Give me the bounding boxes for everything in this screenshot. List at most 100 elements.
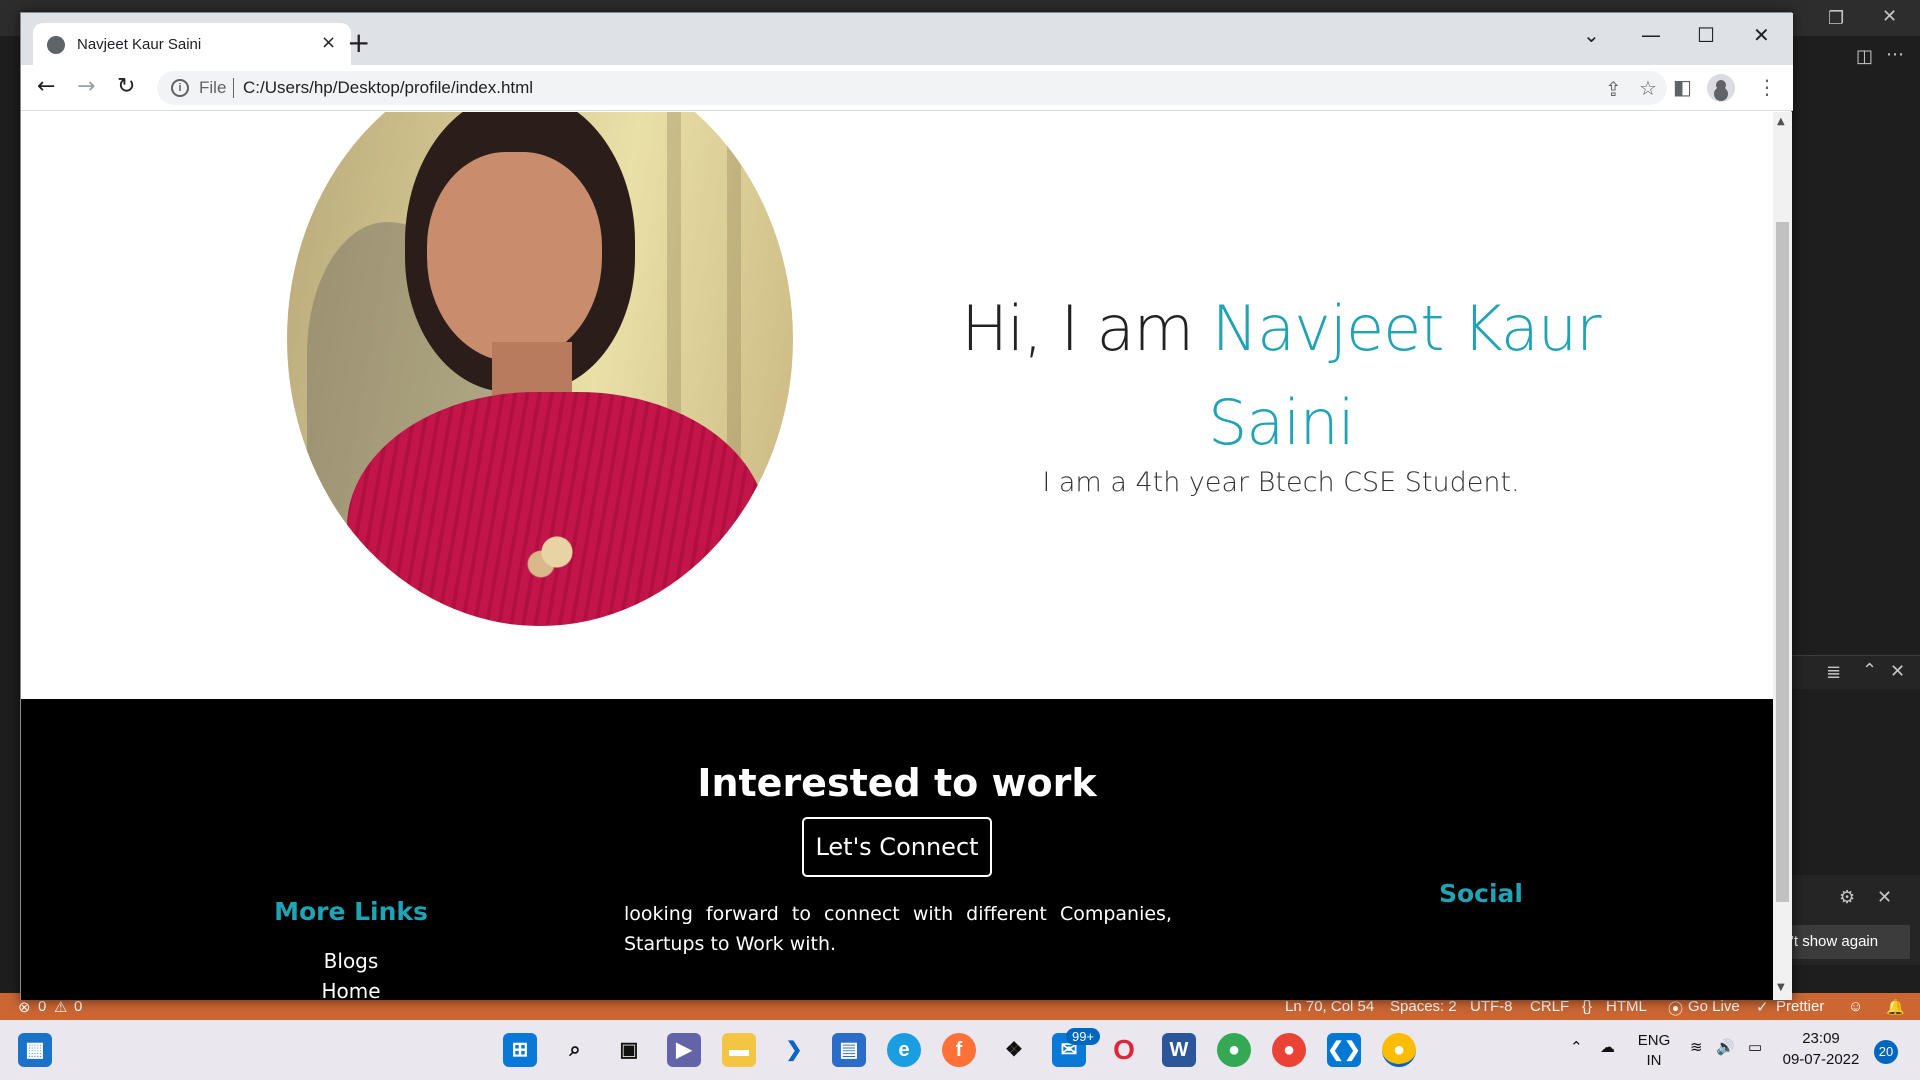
vscode-icon[interactable]: ❮❯ [1327,1033,1361,1067]
clock-time[interactable]: 23:09 [1776,1030,1866,1047]
error-count[interactable]: 0 [38,998,46,1015]
prettier-button[interactable]: Prettier [1776,998,1824,1015]
language-mode[interactable]: HTML [1606,998,1647,1015]
volume-icon[interactable]: 🔊 [1716,1038,1735,1056]
start-icon[interactable]: ⊞ [503,1033,537,1067]
scroll-thumb[interactable] [1776,222,1789,902]
scroll-down-icon[interactable]: ▼ [1777,982,1785,993]
split-editor-icon[interactable]: ◫ [1856,46,1873,67]
onedrive-icon[interactable]: ☁ [1600,1038,1615,1056]
search-icon[interactable]: ⌕ [558,1033,592,1067]
tray-chevron-icon[interactable]: ⌃ [1570,1038,1583,1056]
close-panel-icon[interactable]: ✕ [1890,661,1905,682]
maximize-icon[interactable]: ☐ [1697,23,1715,47]
share-icon[interactable]: ⇪ [1605,77,1622,101]
scroll-up-icon[interactable]: ▲ [1777,116,1785,127]
bell-icon[interactable]: 🔔 [1886,998,1905,1016]
taskbar: ▦ ⊞ ⌕ ▣ ▶ ▬ ❯ ▤ e f ❖ ✉ 99+ O W ● ● ❮❯ ●… [0,1020,1920,1080]
side-panel-icon[interactable]: ◧ [1673,75,1692,99]
dont-show-again-button[interactable]: 't show again [1785,925,1910,959]
dropbox-icon[interactable]: ❖ [997,1033,1031,1067]
window-close-icon[interactable]: ✕ [1753,23,1770,47]
braces-icon: {} [1582,998,1593,1015]
error-icon[interactable]: ⊗ [18,998,31,1016]
gear-icon[interactable]: ⚙ [1839,887,1855,908]
profile-avatar-icon[interactable] [1707,74,1735,102]
vscode-minimap: ◫ ⋯ [1790,36,1920,646]
tab-title: Navjeet Kaur Saini [77,36,202,53]
indentation[interactable]: Spaces: 2 [1390,998,1457,1015]
chrome-profile-icon[interactable]: ● [1272,1033,1306,1067]
line-ending[interactable]: CRLF [1530,998,1569,1015]
task-view-icon[interactable]: ▣ [612,1033,646,1067]
more-actions-icon[interactable]: ⋯ [1886,44,1904,65]
hero-greeting: Hi, I am Navjeet Kaur Saini [921,282,1641,470]
tab-close-icon[interactable]: × [321,32,336,53]
link-home[interactable]: Home [201,979,501,1000]
reload-icon[interactable]: ↻ [117,74,135,99]
social-heading: Social [1438,879,1523,908]
chrome-window: Navjeet Kaur Saini × + ⌄ — ☐ ✕ ← → ↻ i F… [20,12,1793,1000]
page-viewport: Hi, I am Navjeet Kaur Saini I am a 4th y… [21,112,1773,1000]
wrap-icon[interactable]: ≣ [1826,662,1841,683]
scheme-label: File [199,78,227,97]
new-tab-button[interactable]: + [347,29,370,57]
minimize-icon[interactable]: — [1641,23,1661,47]
omnibox-divider [233,78,234,98]
greeting-prefix: Hi, I am [961,292,1212,365]
notification-close-icon[interactable]: ✕ [1877,887,1892,908]
vscode-panel-bar: ≣ ⌃ ✕ [1790,655,1920,689]
notification-count[interactable]: 20 [1874,1040,1898,1064]
cursor-position[interactable]: Ln 70, Col 54 [1285,998,1374,1015]
store-icon[interactable]: ▤ [832,1033,866,1067]
tab-active[interactable]: Navjeet Kaur Saini × [33,23,351,67]
restore-icon[interactable]: ❐ [1828,8,1844,29]
back-icon[interactable]: ← [37,74,55,99]
warning-icon[interactable]: ⚠ [54,998,67,1016]
chrome-active-icon[interactable]: ● [1382,1033,1416,1067]
more-links-heading: More Links [274,897,428,926]
warning-count[interactable]: 0 [74,998,82,1015]
feedback-icon[interactable]: ☺ [1848,998,1863,1015]
word-icon[interactable]: W [1162,1033,1196,1067]
globe-icon [47,36,65,54]
forward-icon[interactable]: → [77,74,95,99]
broadcast-icon: ⦿ [1668,1001,1684,1018]
language-label[interactable]: ENG [1636,1032,1672,1049]
desktop: ❐ ✕ ◫ ⋯ ≣ ⌃ ✕ ⚙ ✕ 't show again ⊗ 0 ⚠ 0 … [0,0,1920,1080]
menu-kebab-icon[interactable]: ⋮ [1757,75,1777,99]
close-icon[interactable]: ✕ [1882,6,1897,27]
lets-connect-button[interactable]: Let's Connect [802,817,992,877]
footer-title: Interested to work [697,761,1097,805]
tab-strip: Navjeet Kaur Saini × + ⌄ — ☐ ✕ [21,13,1793,67]
teams-chat-icon[interactable]: ▶ [667,1033,701,1067]
firefox-icon[interactable]: f [942,1033,976,1067]
footer-description: looking forward to connect with differen… [624,903,1172,955]
go-live-button[interactable]: Go Live [1688,998,1740,1015]
browser-toolbar: ← → ↻ i File C:/Users/hp/Desktop/profile… [21,65,1793,111]
page-scrollbar[interactable]: ▲ ▼ [1773,112,1792,1000]
region-label[interactable]: IN [1636,1052,1672,1069]
encoding[interactable]: UTF-8 [1470,998,1513,1015]
footer-section: Interested to work Let's Connect More Li… [21,699,1773,1000]
hero-name: Navjeet Kaur Saini [1207,292,1602,459]
info-icon[interactable]: i [171,79,189,97]
chevron-up-icon[interactable]: ⌃ [1862,660,1877,681]
opera-icon[interactable]: O [1107,1033,1141,1067]
chrome-icon[interactable]: ● [1217,1033,1251,1067]
link-blogs[interactable]: Blogs [201,949,501,973]
file-explorer-icon[interactable]: ▬ [722,1033,756,1067]
edge-icon[interactable]: e [887,1033,921,1067]
clock-date[interactable]: 09-07-2022 [1776,1051,1866,1068]
mail-badge: 99+ [1066,1028,1101,1045]
battery-icon[interactable]: ▭ [1748,1038,1762,1056]
widgets-icon[interactable]: ▦ [18,1033,52,1067]
bookmark-star-icon[interactable]: ☆ [1639,76,1657,100]
url-text[interactable]: C:/Users/hp/Desktop/profile/index.html [243,78,533,98]
power-automate-icon[interactable]: ❯ [777,1033,811,1067]
check-icon: ✓ [1756,999,1769,1016]
hero-subtitle: I am a 4th year Btech CSE Student. [1042,467,1520,498]
tab-search-icon[interactable]: ⌄ [1583,23,1600,47]
wifi-icon[interactable]: ≋ [1690,1038,1703,1056]
address-bar[interactable]: i File C:/Users/hp/Desktop/profile/index… [157,71,1667,105]
